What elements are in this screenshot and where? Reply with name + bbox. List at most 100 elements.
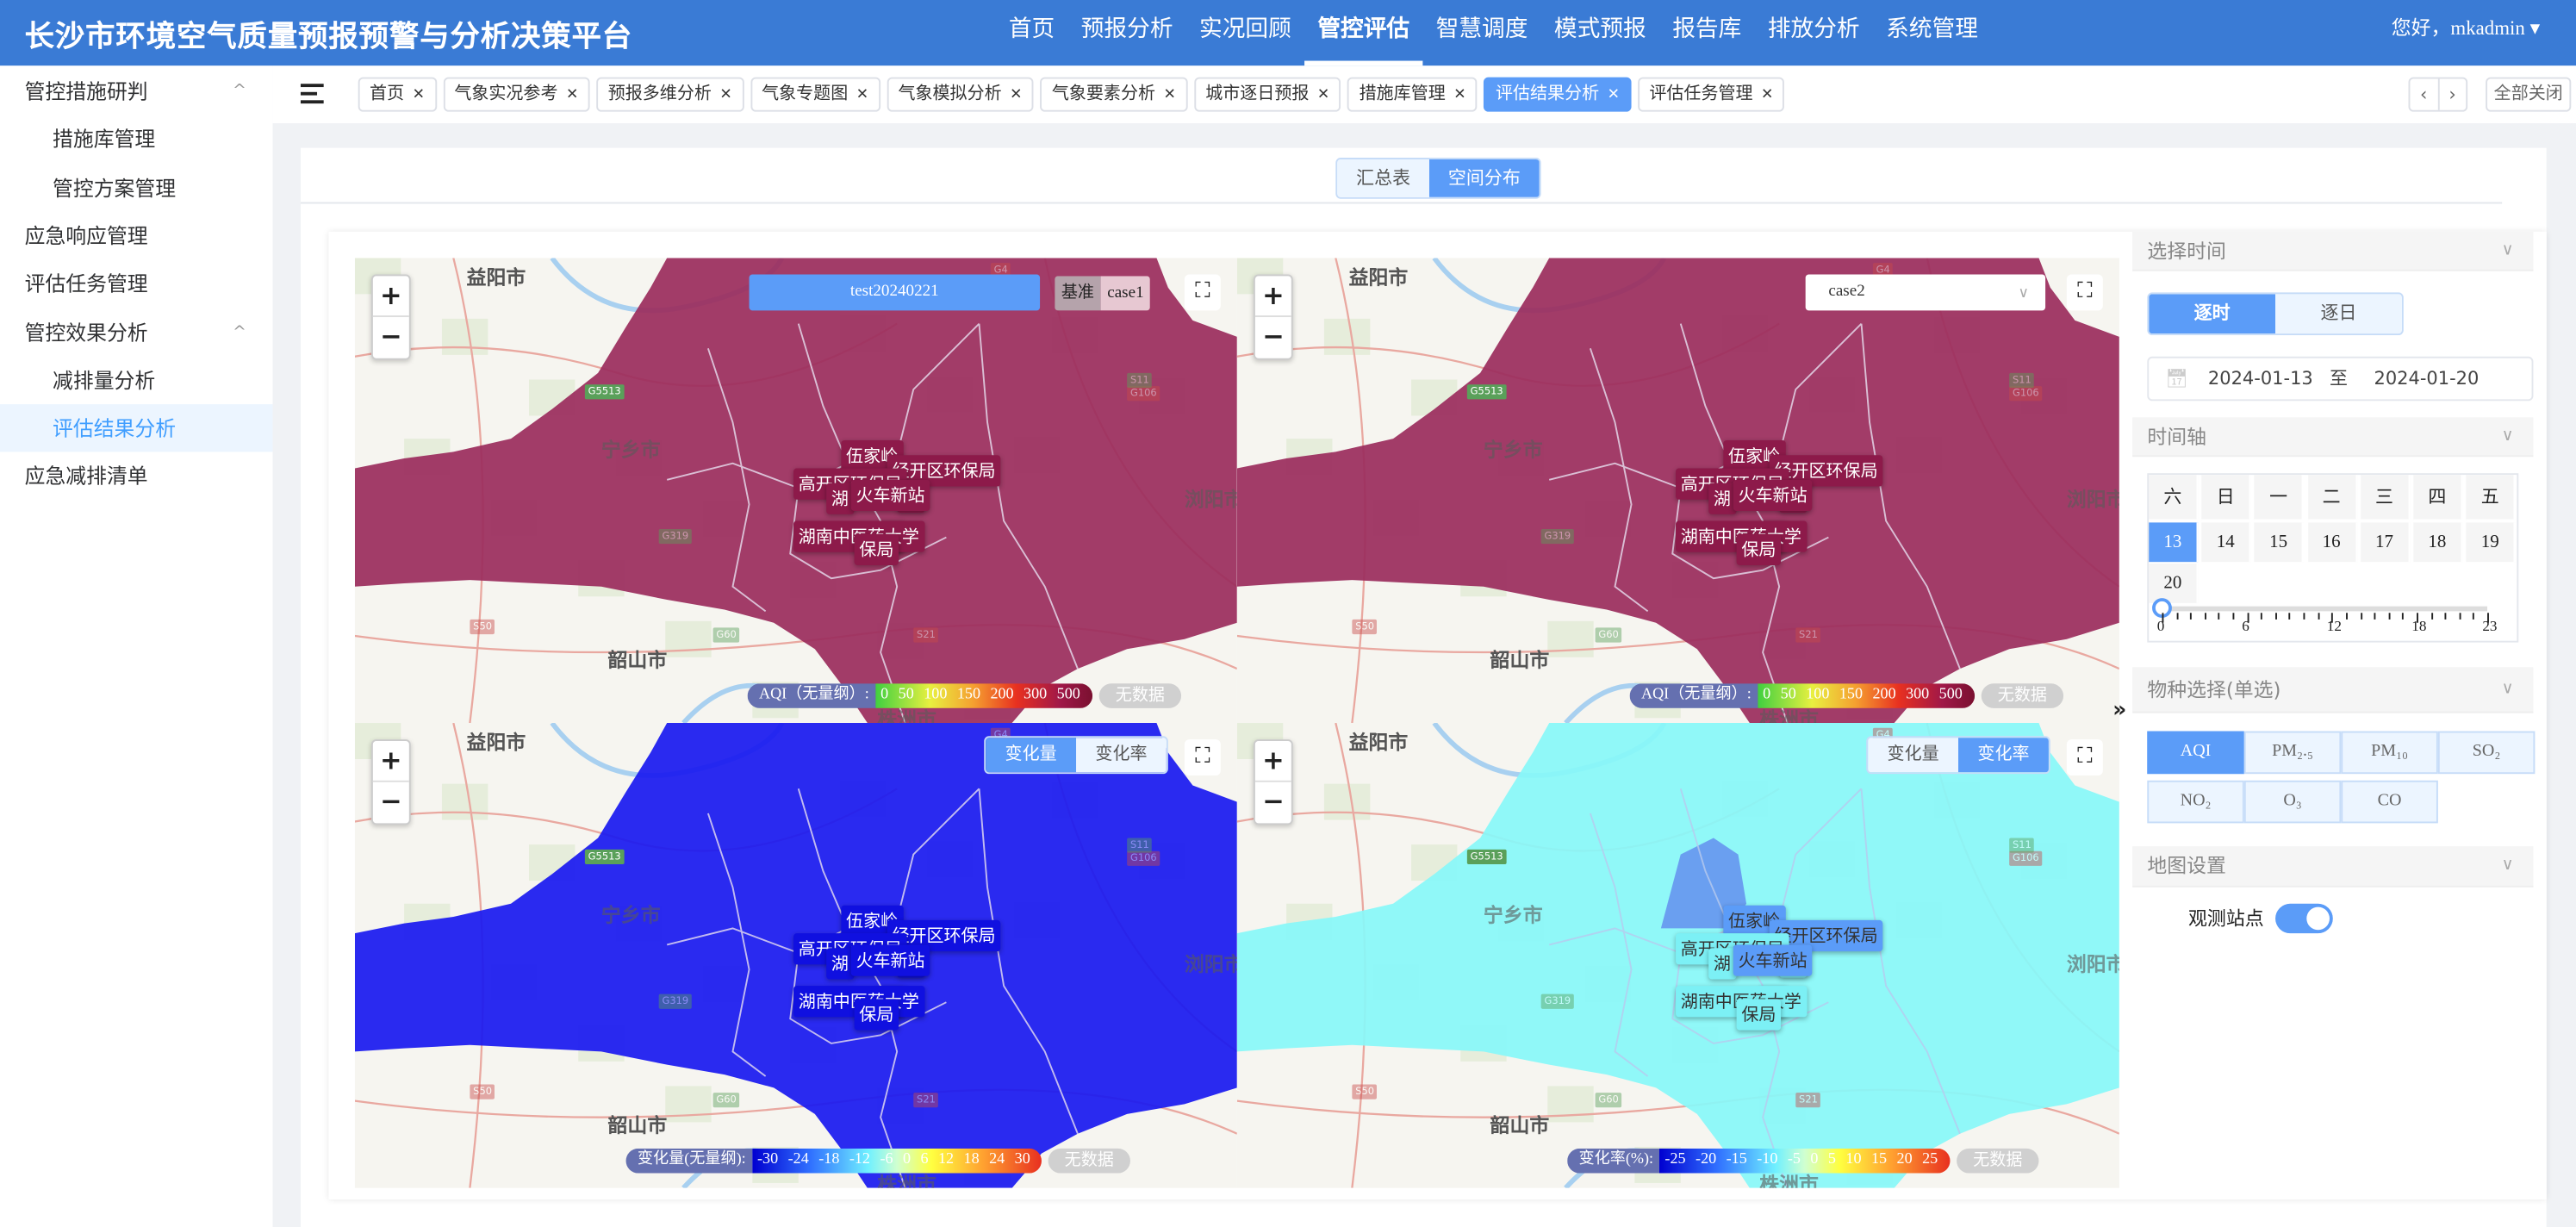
zoom-in-button[interactable]: + xyxy=(1254,741,1291,782)
view-option[interactable]: 空间分布 xyxy=(1429,159,1540,197)
nav-item[interactable]: 智慧调度 xyxy=(1422,0,1540,65)
change-mode-option[interactable]: 变化量 xyxy=(986,738,1077,773)
close-icon[interactable]: ✕ xyxy=(413,87,425,103)
tab[interactable]: 城市逐日预报 ✕ xyxy=(1193,77,1341,112)
close-icon[interactable]: ✕ xyxy=(1164,87,1176,103)
tab[interactable]: 气象模拟分析 ✕ xyxy=(887,77,1034,112)
tab[interactable]: 首页 ✕ xyxy=(358,77,437,112)
stations-toggle[interactable] xyxy=(2275,903,2333,934)
chevron-left-icon[interactable]: ‹ xyxy=(2410,78,2439,110)
zoom-in-button[interactable]: + xyxy=(1254,276,1291,318)
zoom-out-button[interactable]: − xyxy=(373,317,409,358)
species-button[interactable]: PM₂.₅ xyxy=(2243,731,2342,775)
day-cell[interactable]: 14 xyxy=(2201,522,2251,563)
change-mode-option[interactable]: 变化量 xyxy=(1868,738,1959,773)
section-species-header[interactable]: 物种选择(单选) ∨ xyxy=(2132,667,2534,713)
scenario-title[interactable]: test20240221 xyxy=(749,274,1041,311)
tab[interactable]: 气象实况参考 ✕ xyxy=(442,77,590,112)
nav-item[interactable]: 管控评估 xyxy=(1304,0,1423,66)
sidebar-item[interactable]: 评估结果分析 xyxy=(0,404,273,452)
day-cell[interactable]: 17 xyxy=(2360,522,2411,563)
tab[interactable]: 气象专题图 ✕ xyxy=(750,77,880,112)
date-range-picker[interactable]: 📅︎ 2024-01-13 至 2024-01-20 xyxy=(2147,356,2534,402)
species-button[interactable]: AQI xyxy=(2147,731,2244,775)
nav-item[interactable]: 首页 xyxy=(996,0,1068,65)
zoom-out-button[interactable]: − xyxy=(373,782,409,824)
day-cell[interactable]: 16 xyxy=(2307,522,2357,563)
sidebar-item[interactable]: 措施库管理 xyxy=(0,115,273,163)
section-map-header[interactable]: 地图设置 ∨ xyxy=(2132,846,2534,888)
day-cell[interactable]: 18 xyxy=(2413,522,2463,563)
fullscreen-icon[interactable]: ⛶ xyxy=(1184,274,1221,311)
tab[interactable]: 评估任务管理 ✕ xyxy=(1638,77,1785,112)
view-option[interactable]: 汇总表 xyxy=(1337,159,1430,197)
day-cell[interactable]: 20 xyxy=(2149,564,2199,603)
species-button[interactable]: O₃ xyxy=(2243,780,2342,824)
hour-slider[interactable]: 0 6 12 18 23 xyxy=(2152,598,2497,634)
station-label[interactable]: 湖 xyxy=(1708,948,1736,980)
station-label[interactable]: 火车新站 xyxy=(1733,479,1813,512)
tab[interactable]: 措施库管理 ✕ xyxy=(1347,77,1478,112)
station-label[interactable]: 火车新站 xyxy=(1733,944,1813,976)
station-label[interactable]: 湖 xyxy=(826,483,854,514)
nav-item[interactable]: 预报分析 xyxy=(1067,0,1185,65)
day-cell[interactable]: 13 xyxy=(2149,522,2199,563)
station-label[interactable]: 湖 xyxy=(1708,483,1736,514)
date-start[interactable]: 2024-01-13 xyxy=(2208,358,2313,400)
map-bottom-left[interactable]: 益阳市宁乡市韶山市株洲市浏阳市G5513S50G60S21G319G106S11… xyxy=(354,723,1237,1188)
nav-item[interactable]: 报告库 xyxy=(1659,0,1755,65)
section-time-header[interactable]: 选择时间 ∨ xyxy=(2132,231,2534,271)
chevron-right-icon[interactable]: › xyxy=(2439,79,2466,110)
species-button[interactable]: PM₁₀ xyxy=(2341,731,2438,775)
zoom-out-button[interactable]: − xyxy=(1255,782,1291,824)
close-all-tabs-button[interactable]: 全部关闭 xyxy=(2486,77,2572,112)
sidebar-item[interactable]: 应急响应管理 xyxy=(0,212,273,259)
day-cell[interactable]: 15 xyxy=(2255,522,2305,563)
map-top-right[interactable]: 益阳市宁乡市韶山市株洲市浏阳市G5513S50G60S21G319G106S11… xyxy=(1236,258,2119,724)
zoom-in-button[interactable]: + xyxy=(372,741,409,782)
change-mode-option[interactable]: 变化率 xyxy=(1958,738,2049,773)
date-end[interactable]: 2024-01-20 xyxy=(2374,358,2479,400)
close-icon[interactable]: ✕ xyxy=(856,87,868,103)
close-icon[interactable]: ✕ xyxy=(1317,87,1329,103)
close-icon[interactable]: ✕ xyxy=(1761,87,1773,103)
close-icon[interactable]: ✕ xyxy=(566,87,578,103)
time-mode-option[interactable]: 逐时 xyxy=(2149,294,2276,334)
station-label[interactable]: 保局 xyxy=(1736,999,1782,1031)
close-icon[interactable]: ✕ xyxy=(1453,87,1465,103)
sidebar-item[interactable]: 管控措施研判 ^ xyxy=(0,67,273,115)
sidebar-item[interactable]: 减排量分析 xyxy=(0,356,273,403)
fullscreen-icon[interactable]: ⛶ xyxy=(2066,274,2103,311)
station-label[interactable]: 湖 xyxy=(826,948,854,980)
time-mode-option[interactable]: 逐日 xyxy=(2275,294,2402,334)
map-bottom-right[interactable]: 益阳市宁乡市韶山市株洲市浏阳市G5513S50G60S21G319G106S11… xyxy=(1236,723,2119,1188)
scenario-select[interactable]: case2 ∨ xyxy=(1805,274,2046,311)
species-button[interactable]: NO₂ xyxy=(2147,780,2244,824)
sidebar-item[interactable]: 应急减排清单 xyxy=(0,452,273,500)
day-cell[interactable]: 19 xyxy=(2466,522,2516,563)
menu-collapse-icon[interactable] xyxy=(300,84,324,104)
station-label[interactable]: 保局 xyxy=(854,533,899,565)
station-label[interactable]: 火车新站 xyxy=(850,944,930,976)
station-label[interactable]: 火车新站 xyxy=(850,479,930,512)
sidebar-item[interactable]: 管控方案管理 xyxy=(0,164,273,211)
user-menu[interactable]: 您好，mkadmin ▾ xyxy=(2392,13,2540,40)
species-button[interactable]: CO xyxy=(2341,780,2438,824)
sidebar-item[interactable]: 管控效果分析 ^ xyxy=(0,308,273,356)
nav-item[interactable]: 实况回顾 xyxy=(1186,0,1304,65)
species-button[interactable]: SO₂ xyxy=(2437,731,2536,775)
zoom-in-button[interactable]: + xyxy=(372,276,409,318)
fullscreen-icon[interactable]: ⛶ xyxy=(2066,739,2103,776)
tab[interactable]: 评估结果分析 ✕ xyxy=(1484,77,1632,112)
zoom-out-button[interactable]: − xyxy=(1255,317,1291,358)
map-top-left[interactable]: 益阳市宁乡市韶山市株洲市浏阳市G5513S50G60S21G319G106S11… xyxy=(354,258,1237,724)
close-icon[interactable]: ✕ xyxy=(719,87,731,103)
change-mode-option[interactable]: 变化率 xyxy=(1076,738,1167,773)
nav-item[interactable]: 模式预报 xyxy=(1541,0,1659,65)
expand-panel-icon[interactable]: » xyxy=(2112,698,2126,723)
fullscreen-icon[interactable]: ⛶ xyxy=(1184,739,1221,776)
nav-item[interactable]: 排放分析 xyxy=(1755,0,1873,65)
close-icon[interactable]: ✕ xyxy=(1010,87,1022,103)
section-axis-header[interactable]: 时间轴 ∨ xyxy=(2132,417,2534,458)
nav-item[interactable]: 系统管理 xyxy=(1873,0,1991,65)
